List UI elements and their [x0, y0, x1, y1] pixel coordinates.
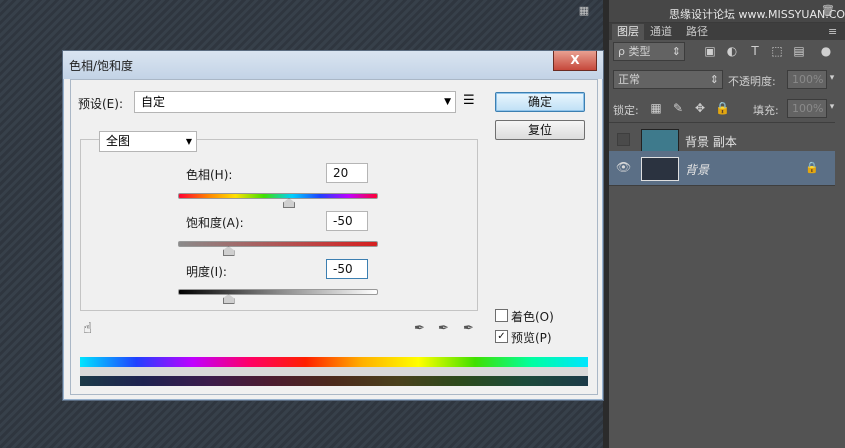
preset-label: 预设(E): — [78, 97, 123, 111]
layer-name: 背景 — [685, 163, 710, 177]
chevron-down-icon: ▼ — [185, 137, 192, 146]
saturation-input[interactable]: -50 — [326, 211, 368, 231]
lightness-slider-track[interactable] — [178, 289, 378, 295]
hue-slider-track[interactable] — [178, 193, 378, 199]
tab-layers[interactable]: 图层 — [612, 24, 644, 40]
fill-label: 填充: — [753, 104, 779, 117]
preview-label: 预览(P) — [511, 331, 552, 345]
preset-value: 自定 — [141, 95, 166, 109]
lightness-input[interactable]: -50 — [326, 259, 368, 279]
layer-thumbnail — [641, 157, 679, 181]
result-color-bar — [80, 376, 588, 386]
filter-kind-label: ρ 类型 — [618, 45, 651, 58]
eyedropper-plus-icon[interactable]: ✒ — [438, 321, 449, 336]
channel-select[interactable]: 全图 ▼ — [99, 131, 197, 152]
eyedropper-minus-icon[interactable]: ✒ — [463, 321, 474, 336]
preset-select[interactable]: 自定 ▼ — [134, 91, 456, 113]
colorize-checkbox[interactable] — [495, 309, 508, 322]
colorize-label: 着色(O) — [511, 310, 554, 324]
adjustment-filter-icon[interactable]: ◐ — [725, 44, 739, 58]
filter-kind-select[interactable]: ρ 类型 ⇕ — [613, 42, 685, 61]
lock-brush-icon[interactable]: ✎ — [671, 101, 685, 115]
hue-input[interactable]: 20 — [326, 163, 368, 183]
chevron-down-icon: ▼ — [444, 97, 451, 107]
fill-dropdown-icon[interactable]: ▾ — [825, 102, 839, 112]
blend-mode-select[interactable]: 正常 ⇕ — [613, 70, 723, 89]
hue-saturation-dialog: 色相/饱和度 X 预设(E): 自定 ▼ ☰ 确定 复位 全图 ▼ 色相(H):… — [62, 50, 604, 401]
close-button[interactable]: X — [553, 51, 597, 71]
pixel-filter-icon[interactable]: ▣ — [703, 44, 717, 58]
opacity-dropdown-icon[interactable]: ▾ — [825, 73, 839, 83]
dialog-body: 预设(E): 自定 ▼ ☰ 确定 复位 全图 ▼ 色相(H): 20 饱和度(A… — [70, 79, 598, 395]
targeted-adjustment-hand-icon[interactable]: ☝ — [83, 319, 92, 337]
lightness-label: 明度(I): — [186, 265, 227, 279]
panel-menu-icon[interactable]: ≡ — [823, 24, 842, 40]
shape-filter-icon[interactable]: ⬚ — [770, 44, 784, 58]
hue-label: 色相(H): — [186, 168, 233, 182]
source-color-bar — [80, 357, 588, 367]
saturation-label: 饱和度(A): — [186, 216, 244, 230]
layer-name: 背景 副本 — [685, 135, 737, 149]
trash-icon[interactable]: 🗑 — [821, 4, 835, 18]
reset-button[interactable]: 复位 — [495, 120, 585, 140]
visibility-toggle[interactable] — [617, 133, 630, 146]
tab-paths[interactable]: 路径 — [681, 24, 713, 40]
layer-thumbnail — [641, 129, 679, 153]
layer-row-background[interactable]: 👁 背景 🔒 — [609, 151, 835, 186]
panel-header: ▦ 思缘设计论坛 www.MISSYUAN.COM 🗑 — [579, 0, 845, 23]
panel-icon[interactable]: ▦ — [577, 4, 591, 18]
lock-icon: 🔒 — [805, 161, 819, 174]
type-filter-icon[interactable]: T — [748, 44, 762, 58]
watermark: 思缘设计论坛 www.MISSYUAN.COM — [669, 8, 845, 21]
chevron-updown-icon: ⇕ — [671, 45, 681, 58]
filter-toggle-icon[interactable]: ● — [819, 44, 833, 58]
dialog-titlebar[interactable]: 色相/饱和度 X — [63, 51, 603, 79]
ok-button[interactable]: 确定 — [495, 92, 585, 112]
lock-transparent-icon[interactable]: ▦ — [649, 101, 663, 115]
saturation-slider-track[interactable] — [178, 241, 378, 247]
lock-move-icon[interactable]: ✥ — [693, 101, 707, 115]
fill-input[interactable]: 100% — [787, 99, 827, 118]
opacity-label: 不透明度: — [728, 75, 776, 88]
layers-panel: ▦ 思缘设计论坛 www.MISSYUAN.COM 🗑 图层 通道 路径 ≡ ρ… — [579, 0, 845, 448]
preview-checkbox[interactable]: ✓ — [495, 330, 508, 343]
lock-label: 锁定: — [613, 104, 639, 117]
lock-all-icon[interactable]: 🔒 — [715, 101, 730, 115]
blend-mode-value: 正常 — [618, 73, 640, 86]
opacity-input[interactable]: 100% — [787, 70, 827, 89]
panel-tabs: 图层 通道 路径 ≡ — [609, 23, 845, 40]
smart-object-filter-icon[interactable]: ▤ — [792, 44, 806, 58]
dialog-title: 色相/饱和度 — [69, 59, 134, 73]
eye-icon[interactable]: 👁 — [616, 160, 631, 174]
preset-options-icon[interactable]: ☰ — [463, 93, 475, 108]
tab-channels[interactable]: 通道 — [645, 24, 677, 40]
chevron-updown-icon: ⇕ — [709, 73, 719, 86]
channel-value: 全图 — [106, 134, 131, 148]
eyedropper-icon[interactable]: ✒ — [414, 321, 425, 336]
adjustment-group — [80, 139, 478, 311]
